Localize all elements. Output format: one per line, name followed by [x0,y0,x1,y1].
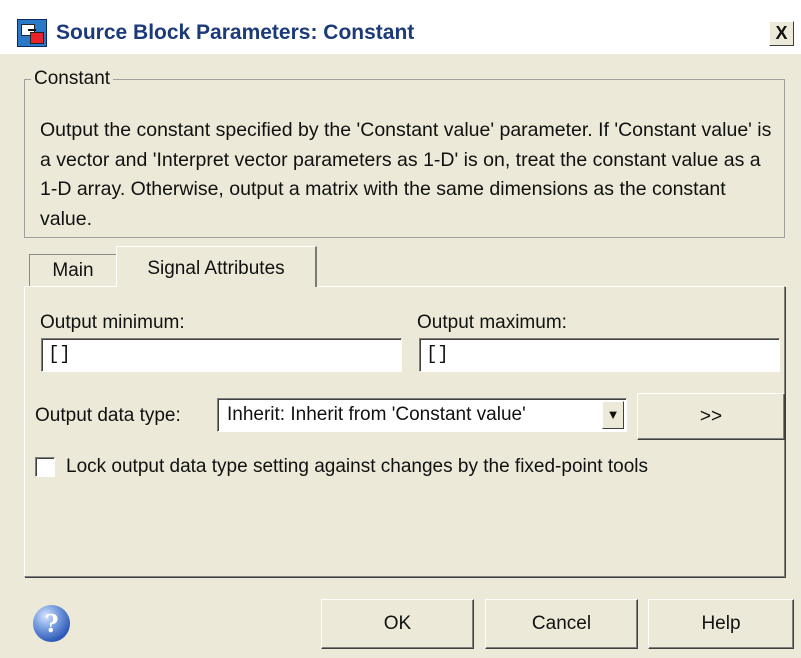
group-legend: Constant [31,68,114,90]
output-data-type-value: Inherit: Inherit from 'Constant value' [227,404,526,425]
block-description: Output the constant specified by the 'Co… [40,119,772,230]
block-parameters-dialog: Source Block Parameters: Constant X Cons… [0,0,801,658]
output-maximum-label: Output maximum: [417,312,567,333]
lock-data-type-checkbox[interactable] [35,457,55,477]
tab-signal-attributes[interactable]: Signal Attributes [116,246,317,287]
output-minimum-input[interactable]: [] [41,338,402,372]
dropdown-arrow-icon[interactable]: ▼ [602,401,624,429]
close-icon: X [775,23,788,43]
window-title: Source Block Parameters: Constant [56,21,415,44]
title-bar[interactable]: Source Block Parameters: Constant X [0,0,801,54]
output-minimum-label: Output minimum: [40,312,185,333]
ok-button[interactable]: OK [321,599,474,649]
close-button[interactable]: X [769,21,794,46]
lock-data-type-label: Lock output data type setting against ch… [66,456,648,477]
output-maximum-input[interactable]: [] [419,338,780,372]
output-data-type-label: Output data type: [35,405,181,426]
simulink-block-icon [17,19,47,47]
output-data-type-select[interactable]: Inherit: Inherit from 'Constant value' ▼ [217,398,627,432]
data-type-assistant-button[interactable]: >> [637,393,785,440]
help-circle-icon[interactable]: ? [33,605,70,642]
tab-main[interactable]: Main [29,254,117,286]
help-button[interactable]: Help [648,599,794,649]
cancel-button[interactable]: Cancel [485,599,638,649]
